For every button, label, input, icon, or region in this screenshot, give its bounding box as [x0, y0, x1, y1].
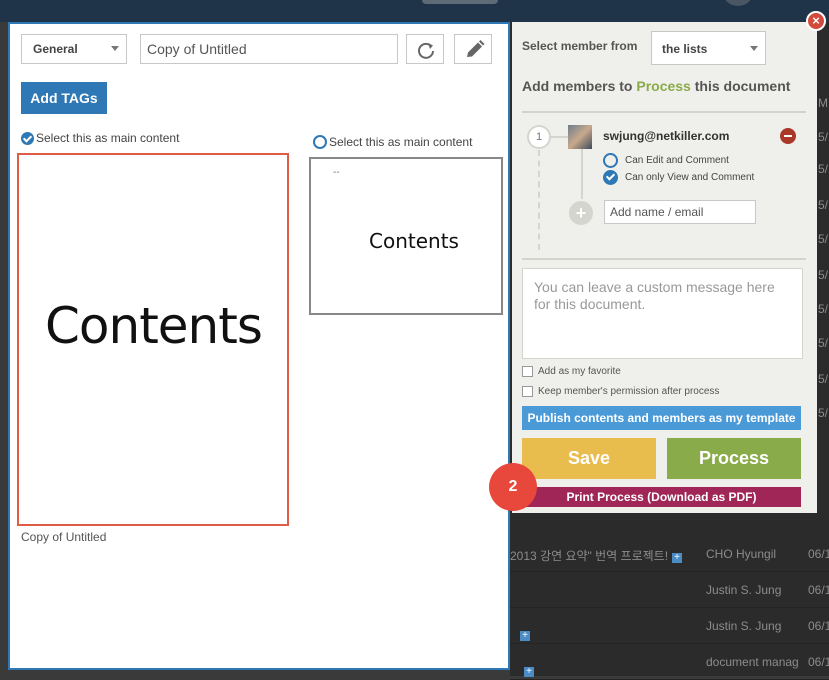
background-cell: 5/1 [818, 232, 829, 246]
card-dash: -- [333, 167, 340, 178]
radio-checked-icon [21, 131, 34, 145]
save-button[interactable]: Save [522, 438, 656, 479]
step-number: 1 [527, 125, 551, 149]
main-content-card[interactable]: Contents [17, 153, 289, 526]
radio-unchecked-icon [603, 153, 618, 168]
main-content-option-1[interactable]: Select this as main content [21, 131, 179, 145]
process-button[interactable]: Process [667, 438, 801, 479]
close-icon[interactable]: × [806, 11, 826, 31]
member-connector [581, 149, 583, 199]
option-label: Select this as main content [329, 135, 473, 149]
editor-panel: General Copy of Untitled Add TAGs Select… [8, 22, 510, 670]
row-date: 06/1 [808, 655, 829, 669]
step-badge: 2 [489, 463, 537, 511]
background-row: + Justin S. Jung 06/1 [510, 607, 829, 644]
permission-label: Can only View and Comment [625, 172, 755, 183]
background-row: Justin S. Jung 06/1 [510, 571, 829, 608]
add-members-heading: Add members to Process this document [522, 78, 791, 94]
edit-button[interactable] [454, 34, 492, 64]
background-cell: 5/1 [818, 268, 829, 282]
main-content-option-2[interactable]: Select this as main content [313, 135, 472, 149]
add-tags-button[interactable]: Add TAGs [21, 82, 107, 114]
background-cell: 5/1 [818, 406, 829, 420]
background-header [0, 0, 829, 22]
divider [522, 258, 806, 260]
publish-template-button[interactable]: Publish contents and members as my templ… [522, 406, 801, 430]
card-caption: Copy of Untitled [21, 530, 107, 544]
step-connector [551, 136, 568, 138]
add-member-input[interactable]: Add name / email [604, 200, 756, 224]
title-input[interactable]: Copy of Untitled [140, 34, 398, 64]
radio-unchecked-icon [313, 135, 327, 149]
chevron-down-icon [111, 46, 119, 51]
remove-member-button[interactable] [780, 128, 796, 144]
row-author: CHO Hyungil [706, 547, 777, 561]
chevron-down-icon [750, 46, 758, 51]
member-source-value: the lists [662, 42, 708, 56]
row-author: Justin S. Jung [706, 583, 782, 597]
alt-content-card[interactable]: -- Contents [309, 157, 503, 315]
row-date: 06/1 [808, 547, 829, 561]
custom-message-textarea[interactable]: You can leave a custom message here for … [522, 268, 803, 359]
permission-label: Can Edit and Comment [625, 155, 729, 166]
background-cell: 5/1 [818, 162, 829, 176]
option-label: Select this as main content [36, 131, 180, 145]
add-member-plus-icon[interactable]: + [569, 201, 593, 225]
refresh-icon [418, 42, 434, 59]
background-cell: 5/1 [818, 302, 829, 316]
member-email: swjung@netkiller.com [603, 129, 730, 143]
select-member-label: Select member from [522, 39, 638, 53]
checkbox-icon [522, 386, 533, 397]
card-text: Contents [45, 297, 263, 355]
row-date: 06/1 [808, 619, 829, 633]
radio-checked-icon [603, 170, 618, 185]
members-panel: Select member from the lists Add members… [512, 22, 817, 513]
favorite-checkbox[interactable]: Add as my favorite [522, 366, 621, 377]
background-cell: 5/1 [818, 336, 829, 350]
divider [522, 111, 806, 113]
row-date: 06/1 [808, 583, 829, 597]
background-avatar [722, 0, 754, 6]
row-title: 2013 강연 요약" 번역 프로젝트! + [510, 547, 683, 564]
background-cell: M [818, 96, 828, 110]
checkbox-label: Add as my favorite [538, 366, 621, 377]
keep-permission-checkbox[interactable]: Keep member's permission after process [522, 386, 719, 397]
background-cell: 5/1 [818, 130, 829, 144]
background-cell: 5/1 [818, 372, 829, 386]
step-connector [538, 150, 540, 250]
background-row: 2013 강연 요약" 번역 프로젝트! + CHO Hyungil 06/1 [510, 535, 829, 572]
print-pdf-button[interactable]: Print Process (Download as PDF) [522, 487, 801, 507]
avatar [568, 125, 592, 149]
background-cell: 5/1 [818, 198, 829, 212]
checkbox-icon [522, 366, 533, 377]
checkbox-label: Keep member's permission after process [538, 386, 720, 397]
background-row: + document manag 06/1 [510, 643, 829, 680]
expand-icon: + [672, 553, 683, 563]
refresh-button[interactable] [406, 34, 444, 64]
member-source-select[interactable]: the lists [651, 31, 766, 65]
pencil-icon [467, 40, 485, 57]
category-value: General [33, 42, 78, 56]
row-author: Justin S. Jung [706, 619, 782, 633]
category-select[interactable]: General [21, 34, 127, 64]
card-text: Contents [369, 229, 459, 253]
permission-view-option[interactable]: Can only View and Comment [603, 170, 754, 185]
permission-edit-option[interactable]: Can Edit and Comment [603, 153, 729, 168]
background-tab [422, 0, 498, 4]
row-author: document manag [706, 655, 799, 669]
